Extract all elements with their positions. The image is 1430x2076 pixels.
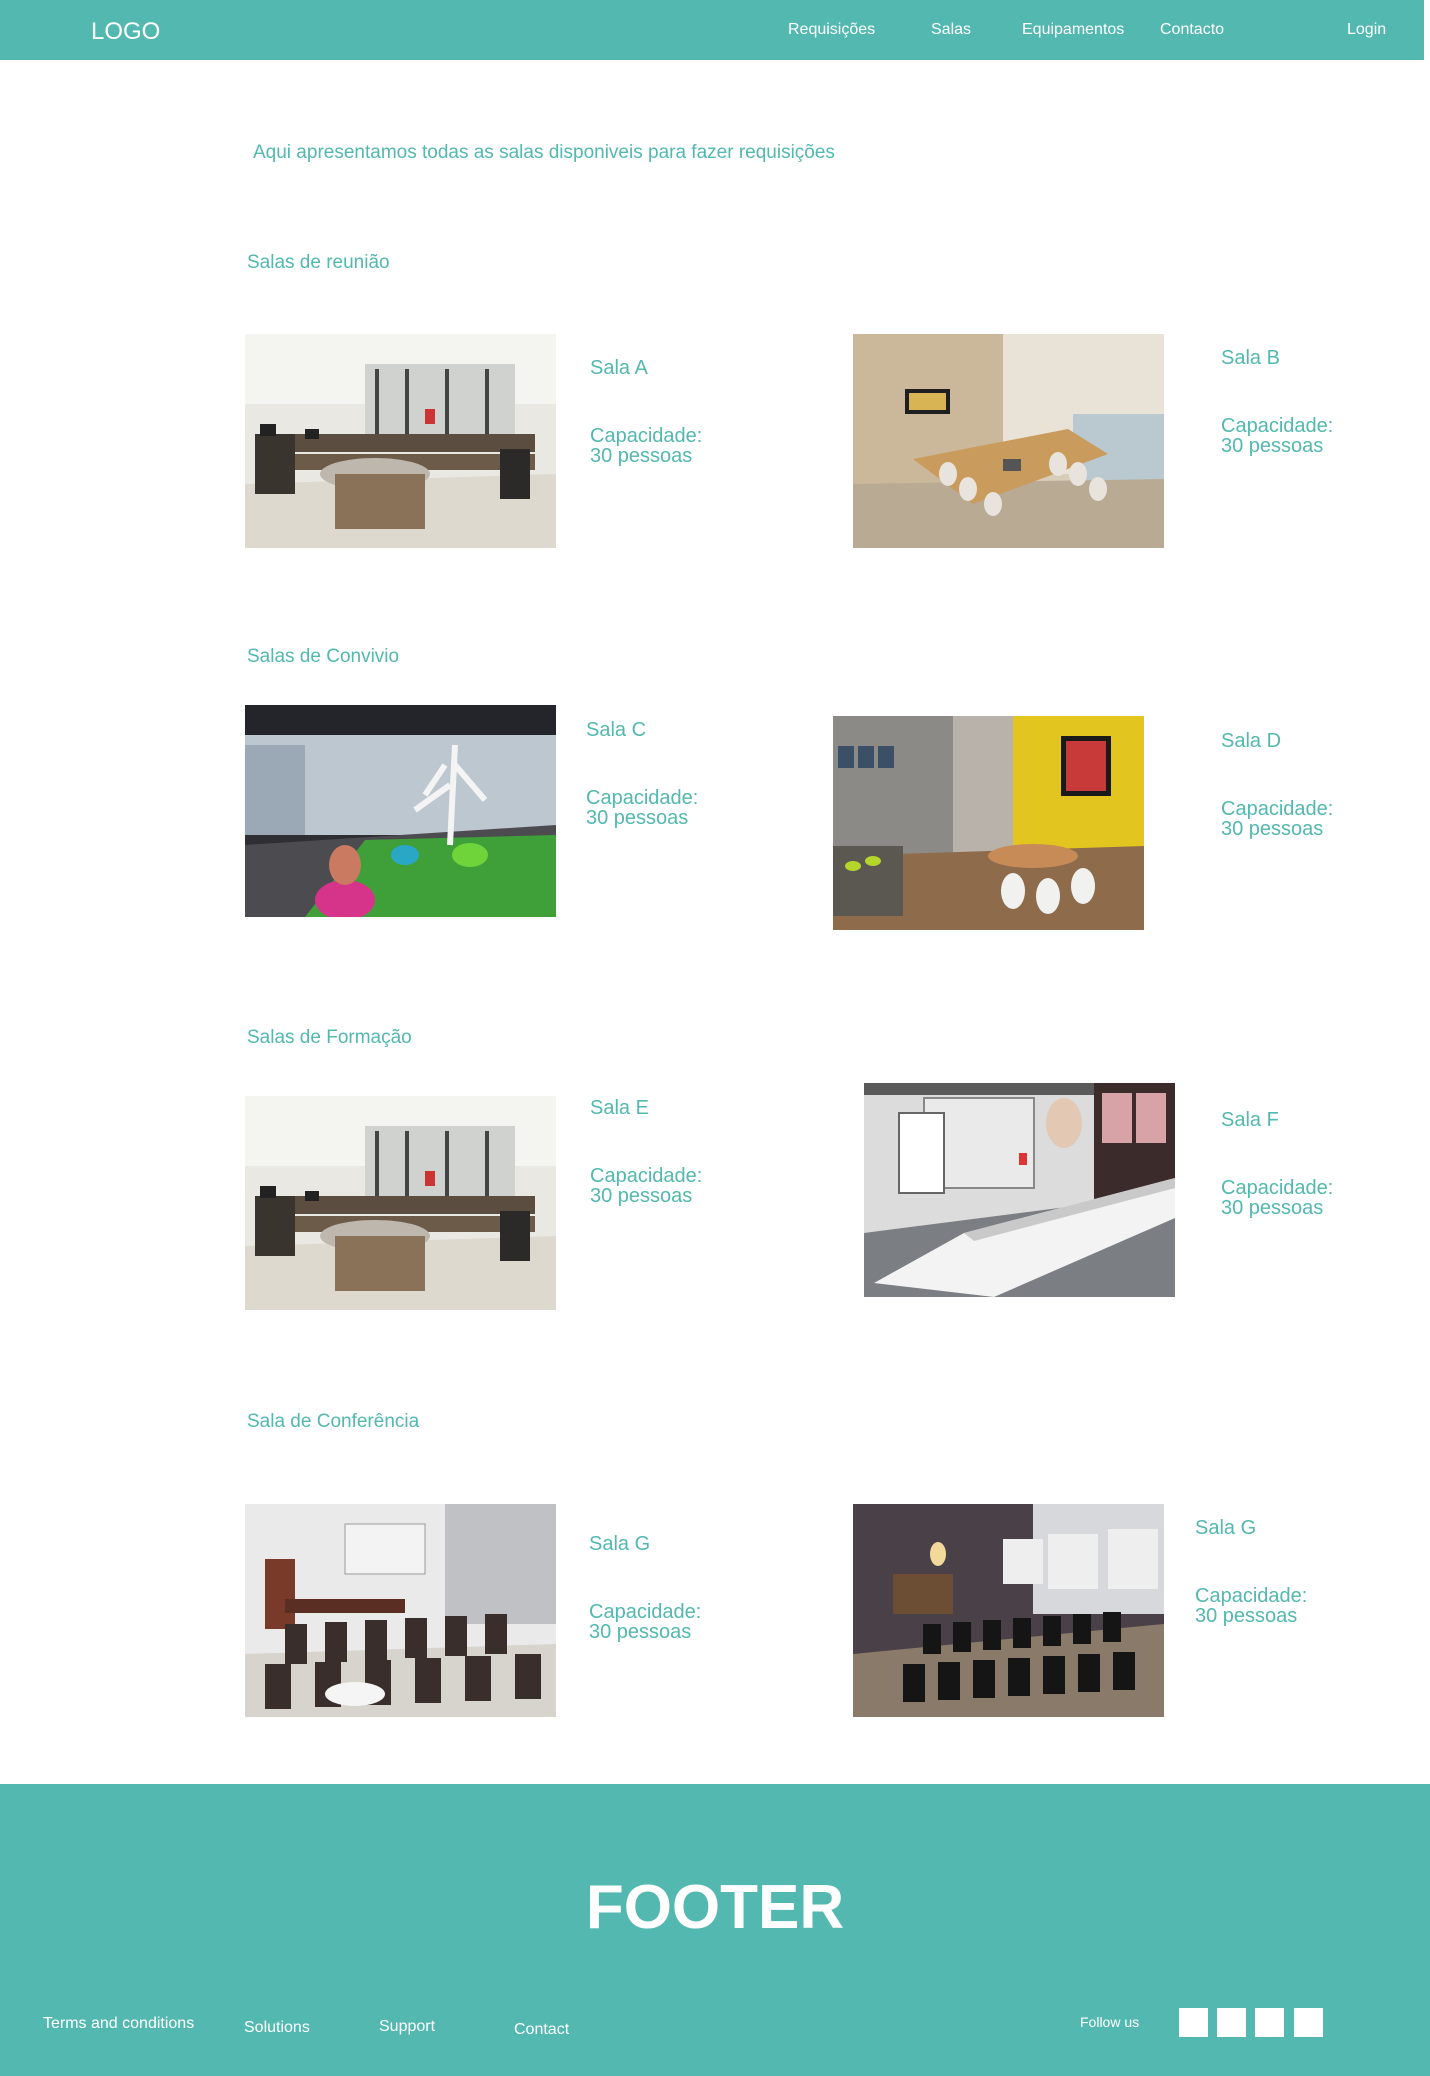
room-capacity-sala-c: Capacidade: 30 pessoas [586,787,699,829]
footer-title: FOOTER [585,1873,845,1942]
room-photo-sala-g-1[interactable] [245,1504,556,1717]
footer: FOOTER Terms and conditions Solutions Su… [0,1784,1430,2076]
room-capacity-sala-b: Capacidade: 30 pessoas [1221,415,1334,457]
section-title-conferencia: Sala de Conferência [247,1411,420,1432]
room-name-sala-b: Sala B [1221,347,1280,369]
login-link[interactable]: Login [1347,21,1386,39]
logo[interactable]: LOGO [91,18,160,46]
room-photo-sala-g-2[interactable] [853,1504,1164,1717]
room-photo-sala-f[interactable] [864,1083,1175,1297]
section-title-reuniao: Salas de reunião [247,252,390,273]
room-name-sala-a: Sala A [590,357,648,379]
room-name-sala-d: Sala D [1221,730,1282,752]
room-photo-sala-e[interactable] [245,1096,556,1310]
section-title-formacao: Salas de Formação [247,1027,412,1048]
section-title-convivio: Salas de Convivio [247,646,400,667]
room-capacity-sala-e: Capacidade: 30 pessoas [590,1165,703,1207]
room-capacity-sala-g-2: Capacidade: 30 pessoas [1195,1585,1308,1627]
room-capacity-sala-f: Capacidade: 30 pessoas [1221,1177,1334,1219]
room-name-sala-g-1: Sala G [589,1533,651,1555]
nav-contacto[interactable]: Contacto [1160,21,1224,39]
room-name-sala-c: Sala C [586,719,647,741]
nav-equipamentos[interactable]: Equipamentos [1022,21,1124,39]
nav-requisicoes[interactable]: Requisições [788,21,875,39]
follow-us-label: Follow us [1080,2014,1140,2030]
room-photo-sala-a[interactable] [245,334,556,548]
intro-text: Aqui apresentamos todas as salas disponi… [253,142,835,163]
room-name-sala-g-2: Sala G [1195,1517,1257,1539]
room-name-sala-e: Sala E [590,1097,649,1119]
room-photo-sala-d[interactable] [833,716,1144,930]
room-capacity-sala-d: Capacidade: 30 pessoas [1221,798,1334,840]
nav-salas[interactable]: Salas [931,21,971,39]
footer-link-solutions[interactable]: Solutions [244,2019,310,2037]
room-photo-sala-c[interactable] [245,705,556,917]
room-name-sala-f: Sala F [1221,1109,1279,1131]
footer-link-terms[interactable]: Terms and conditions [43,2015,194,2033]
room-capacity-sala-a: Capacidade: 30 pessoas [590,425,703,467]
footer-link-support[interactable]: Support [379,2018,435,2036]
social-icon-2[interactable] [1217,2008,1246,2037]
room-photo-sala-b[interactable] [853,334,1164,548]
top-navbar: LOGO Requisições Salas Equipamentos Cont… [0,0,1424,60]
social-icon-1[interactable] [1179,2008,1208,2037]
room-capacity-sala-g-1: Capacidade: 30 pessoas [589,1601,702,1643]
social-icon-4[interactable] [1294,2008,1323,2037]
social-icon-3[interactable] [1255,2008,1284,2037]
footer-link-contact[interactable]: Contact [514,2021,569,2039]
